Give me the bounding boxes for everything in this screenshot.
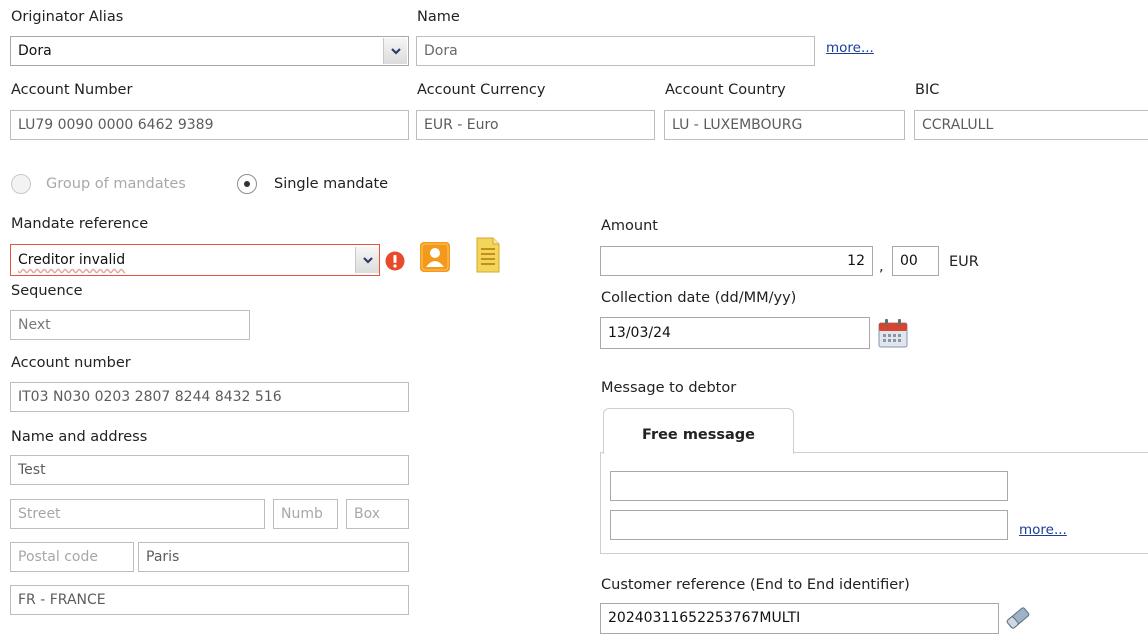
message-line-2-field[interactable]	[610, 510, 1008, 540]
name-label: Name	[417, 9, 460, 25]
debtor-account-number-label: Account number	[11, 355, 131, 371]
customer-reference-field[interactable]: 20240311652253767MULTI	[600, 603, 999, 634]
originator-alias-label: Originator Alias	[11, 9, 124, 25]
sequence-field[interactable]: Next	[10, 310, 250, 340]
originator-alias-select[interactable]: Dora	[10, 36, 409, 66]
amount-currency: EUR	[949, 254, 979, 270]
message-more-link[interactable]: more...	[1019, 522, 1067, 538]
group-of-mandates-label: Group of mandates	[46, 176, 186, 192]
originator-alias-value: Dora	[18, 43, 52, 59]
error-icon	[385, 251, 405, 271]
single-mandate-label: Single mandate	[274, 176, 389, 192]
bic-field[interactable]: CCRALULL	[914, 110, 1148, 140]
name-field[interactable]: Dora	[416, 36, 815, 66]
box-field[interactable]: Box	[346, 499, 409, 529]
mandate-reference-label: Mandate reference	[11, 216, 149, 232]
group-of-mandates-radio[interactable]	[11, 174, 31, 194]
document-icon[interactable]	[474, 236, 502, 274]
customer-reference-label: Customer reference (End to End identifie…	[601, 577, 910, 593]
mandate-reference-value: Creditor invalid	[18, 252, 126, 268]
message-to-debtor-label: Message to debtor	[601, 380, 737, 396]
amount-decimal-field[interactable]: 00	[892, 246, 939, 276]
chevron-down-icon	[390, 48, 401, 55]
debtor-name-field[interactable]: Test	[10, 455, 409, 485]
amount-integer-field[interactable]: 12	[600, 246, 873, 276]
mandate-reference-select[interactable]: Creditor invalid	[10, 244, 380, 276]
city-field[interactable]: Paris	[138, 542, 409, 572]
sequence-label: Sequence	[11, 283, 83, 299]
account-number-field[interactable]: LU79 0090 0000 6462 9389	[10, 110, 409, 140]
mandate-reference-dropdown-button[interactable]	[355, 247, 379, 273]
single-mandate-radio[interactable]	[237, 174, 257, 194]
account-currency-label: Account Currency	[417, 82, 546, 98]
eraser-icon[interactable]	[1003, 604, 1033, 632]
amount-separator: ,	[879, 259, 884, 275]
message-line-1-field[interactable]	[610, 471, 1008, 501]
chevron-down-icon	[362, 257, 373, 264]
amount-label: Amount	[601, 218, 658, 234]
collection-date-field[interactable]: 13/03/24	[600, 317, 870, 349]
debtor-country-field[interactable]: FR - FRANCE	[10, 585, 409, 615]
postal-code-field[interactable]: Postal code	[10, 542, 134, 572]
name-and-address-label: Name and address	[11, 429, 148, 445]
debtor-account-number-field[interactable]: IT03 N030 0203 2807 8244 8432 516	[10, 382, 409, 412]
collection-date-label: Collection date (dd/MM/yy)	[601, 290, 797, 306]
account-country-field[interactable]: LU - LUXEMBOURG	[664, 110, 905, 140]
user-lookup-icon[interactable]	[419, 241, 451, 273]
originator-more-link[interactable]: more...	[826, 40, 874, 56]
account-country-label: Account Country	[665, 82, 786, 98]
street-number-field[interactable]: Numb	[273, 499, 338, 529]
bic-label: BIC	[915, 82, 940, 98]
calendar-icon[interactable]	[877, 317, 909, 349]
originator-alias-dropdown-button[interactable]	[383, 38, 407, 64]
tab-free-message[interactable]: Free message	[603, 408, 794, 454]
account-number-label: Account Number	[11, 82, 133, 98]
street-field[interactable]: Street	[10, 499, 265, 529]
account-currency-field[interactable]: EUR - Euro	[416, 110, 655, 140]
